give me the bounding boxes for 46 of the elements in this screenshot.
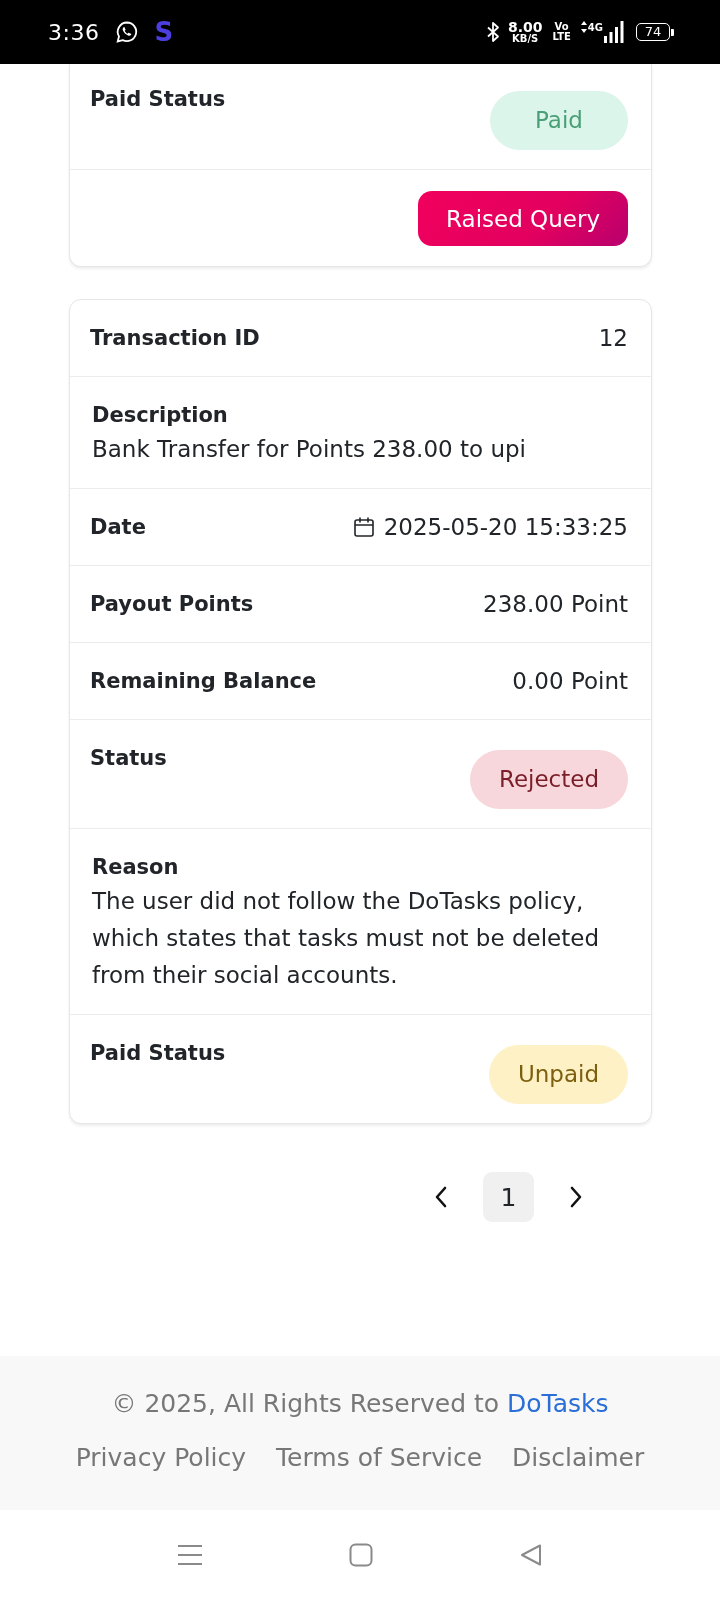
- field-label: Remaining Balance: [90, 668, 317, 695]
- data-speed-unit: KB/S: [512, 34, 539, 44]
- field-label: Payout Points: [90, 591, 254, 618]
- field-value: 238.00 Point: [483, 590, 628, 619]
- field-text: Bank Transfer for Points 238.00 to upi: [92, 435, 526, 464]
- phone-bubble-icon: [115, 20, 140, 44]
- lte-text: LTE: [552, 32, 571, 42]
- clock-time: 3:36: [48, 19, 100, 45]
- field-value: 12: [598, 324, 628, 353]
- raise-query-button[interactable]: Raised Query: [418, 191, 628, 246]
- page-number-button[interactable]: 1: [483, 1172, 534, 1222]
- volte-text: Vo: [554, 22, 569, 32]
- field-label: Description: [92, 402, 228, 429]
- footer-link[interactable]: Disclaimer: [512, 1440, 645, 1476]
- field-label: Reason: [92, 854, 179, 881]
- home-square-icon[interactable]: [349, 1543, 373, 1567]
- field-text: The user did not follow the DoTasks policy, which states that tasks must not be deleted from their social accounts.: [92, 887, 600, 990]
- calendar-icon: [352, 516, 375, 538]
- footer-link[interactable]: Privacy Policy: [75, 1440, 247, 1476]
- field-label: Date: [90, 514, 146, 541]
- app-logo-icon: S: [154, 19, 174, 45]
- brand-link[interactable]: DoTasks: [507, 1389, 609, 1418]
- field-label: Transaction ID: [90, 325, 260, 352]
- field-value: 0.00 Point: [512, 667, 628, 696]
- status-badge: Rejected: [469, 750, 628, 809]
- status-badge: Unpaid: [488, 1045, 628, 1104]
- data-arrows-icon: [580, 21, 587, 33]
- previous-page-button[interactable]: [434, 1186, 448, 1208]
- data-speed-text: 8.00: [507, 20, 543, 34]
- field-label: Status: [90, 745, 167, 772]
- menu-icon[interactable]: [177, 1544, 203, 1566]
- chevron-left-icon: [434, 1186, 448, 1208]
- signal-icon: [604, 21, 624, 43]
- field-label: Paid Status: [90, 86, 226, 113]
- battery-tip-icon: [671, 28, 674, 36]
- network-type-text: 4G: [587, 22, 603, 33]
- bluetooth-icon: [485, 21, 500, 43]
- next-page-button[interactable]: [569, 1186, 583, 1208]
- back-icon[interactable]: [519, 1543, 543, 1567]
- chevron-right-icon: [569, 1186, 583, 1208]
- copyright-text: © 2025, All Rights Reserved to DoTasks: [111, 1388, 609, 1420]
- footer-link[interactable]: Terms of Service: [276, 1440, 483, 1476]
- field-label: Paid Status: [90, 1040, 226, 1067]
- battery-indicator: 74: [636, 23, 670, 41]
- date-text: 2025-05-20 15:33:25: [383, 513, 628, 542]
- status-badge: Paid: [490, 91, 628, 150]
